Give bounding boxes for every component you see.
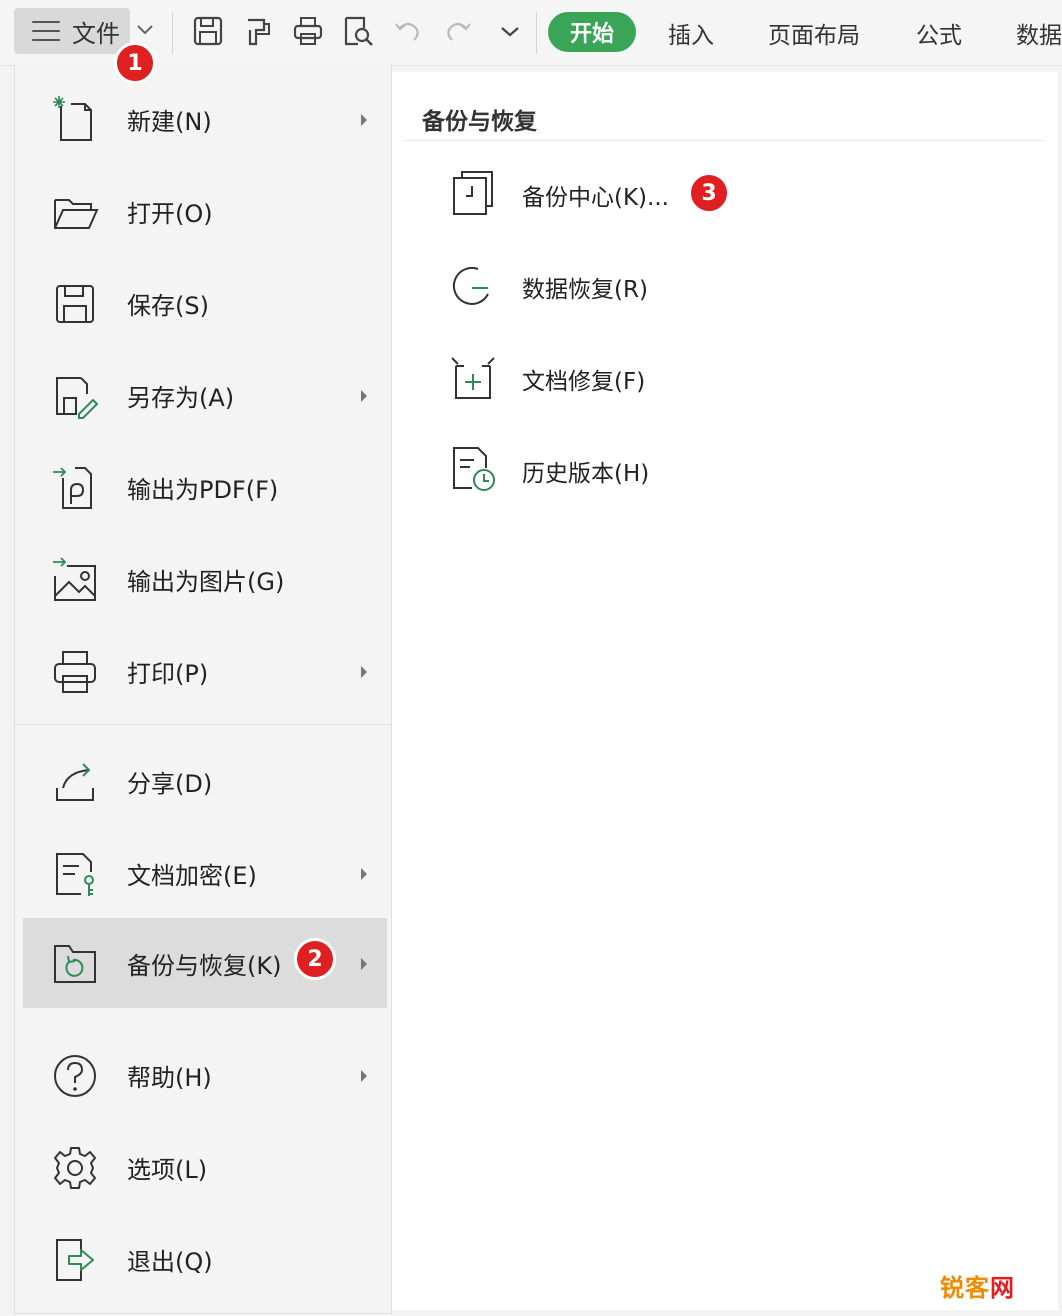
- submenu-arrow-icon: [361, 958, 367, 970]
- menu-item-help[interactable]: 帮助(H): [23, 1030, 387, 1120]
- toolbar-divider: [172, 12, 173, 54]
- menu-item-exit[interactable]: 退出(Q): [23, 1214, 387, 1304]
- submenu-item-data-recovery[interactable]: 数据恢复(R): [432, 250, 1032, 320]
- watermark-part2: 网: [990, 1274, 1015, 1302]
- doc-repair-icon: [451, 357, 495, 399]
- step-badge: 2: [294, 938, 336, 980]
- watermark-part1: 锐客: [940, 1274, 990, 1302]
- file-menu-button[interactable]: 文件: [14, 8, 130, 54]
- menu-item-label: 新建(N): [127, 107, 212, 136]
- watermark-logo: 锐客网: [940, 1268, 1015, 1303]
- menu-item-label: 保存(S): [127, 291, 209, 320]
- encrypt-icon: [56, 853, 94, 896]
- export-image-icon: [53, 557, 96, 601]
- tab-page-layout[interactable]: 页面布局: [768, 16, 860, 50]
- menu-item-encrypt[interactable]: 文档加密(E): [23, 828, 387, 918]
- more-dropdown-icon[interactable]: [494, 14, 526, 48]
- submenu-item-history-version[interactable]: 历史版本(H): [432, 434, 1032, 504]
- submenu-item-label: 文档修复(F): [522, 369, 646, 395]
- file-menu-label: 文件: [72, 19, 120, 48]
- hamburger-icon: [32, 21, 60, 41]
- submenu-item-backup-center[interactable]: 备份中心(K)...: [432, 158, 1032, 228]
- tab-start[interactable]: 开始: [548, 12, 636, 52]
- menu-item-save[interactable]: 保存(S): [23, 258, 387, 348]
- save-icon[interactable]: [192, 14, 224, 48]
- menu-item-label: 帮助(H): [127, 1063, 212, 1092]
- submenu-title: 备份与恢复: [422, 109, 537, 135]
- save-as-icon: [56, 377, 99, 419]
- menu-item-export-pdf[interactable]: 输出为PDF(F): [23, 442, 387, 532]
- menu-item-share[interactable]: 分享(D): [23, 736, 387, 826]
- tab-data[interactable]: 数据: [1016, 16, 1062, 50]
- data-recovery-icon: [452, 266, 489, 305]
- menu-item-label: 分享(D): [127, 769, 213, 798]
- menu-item-label: 文档加密(E): [127, 861, 257, 890]
- submenu-arrow-icon: [361, 1070, 367, 1082]
- backup-restore-submenu: 备份与恢复 备份中心(K)... 数据恢复(R) 文档修复(F) 历史版本(H): [392, 72, 1058, 1310]
- share-icon: [56, 763, 94, 801]
- gear-icon: [54, 1147, 96, 1189]
- submenu-arrow-icon: [361, 114, 367, 126]
- menu-item-label: 另存为(A): [127, 383, 235, 412]
- step-badge: 3: [688, 172, 730, 214]
- tab-formula[interactable]: 公式: [916, 16, 962, 50]
- undo-icon[interactable]: [392, 14, 424, 48]
- menu-item-label: 备份与恢复(K): [127, 951, 282, 980]
- menu-item-label: 打印(P): [127, 659, 209, 688]
- submenu-arrow-icon: [361, 868, 367, 880]
- file-menu: 新建(N) 打开(O) 保存(S) 另存为(A) 输出为PDF(F) 输出为图片…: [14, 64, 392, 1314]
- menu-item-label: 输出为图片(G): [127, 567, 285, 596]
- toolbar-divider: [536, 12, 537, 54]
- submenu-item-label: 历史版本(H): [522, 461, 650, 487]
- step-badge: 1: [114, 42, 156, 84]
- export-pdf-icon: [53, 467, 92, 509]
- submenu-item-doc-repair[interactable]: 文档修复(F): [432, 342, 1032, 412]
- menu-item-label: 打开(O): [127, 199, 213, 228]
- folder-open-icon: [54, 199, 99, 229]
- backup-folder-icon: [54, 945, 96, 983]
- menu-item-label: 退出(Q): [127, 1247, 213, 1276]
- print-preview-icon[interactable]: [342, 14, 374, 48]
- menu-item-label: 输出为PDF(F): [127, 475, 279, 504]
- redo-icon[interactable]: [442, 14, 474, 48]
- print-icon[interactable]: [292, 14, 324, 48]
- chevron-down-icon[interactable]: [134, 18, 156, 40]
- menu-item-save-as[interactable]: 另存为(A): [23, 350, 387, 440]
- submenu-item-label: 备份中心(K)...: [522, 185, 669, 211]
- menu-item-print[interactable]: 打印(P): [23, 626, 387, 716]
- print-icon: [54, 651, 96, 693]
- tab-insert[interactable]: 插入: [668, 16, 714, 50]
- new-file-icon: [53, 96, 92, 141]
- menu-divider: [15, 724, 391, 725]
- help-icon: [54, 1055, 96, 1097]
- exit-icon: [56, 1239, 94, 1281]
- save-icon: [56, 285, 94, 323]
- format-painter-icon[interactable]: [242, 14, 274, 48]
- submenu-item-label: 数据恢复(R): [522, 277, 648, 303]
- menu-item-new[interactable]: 新建(N): [23, 74, 387, 164]
- menu-item-open[interactable]: 打开(O): [23, 166, 387, 256]
- menu-item-export-image[interactable]: 输出为图片(G): [23, 534, 387, 624]
- history-version-icon: [453, 447, 495, 491]
- menu-item-label: 选项(L): [127, 1155, 208, 1184]
- submenu-arrow-icon: [361, 666, 367, 678]
- top-toolbar: 文件 开始 插入 页面布局 公式 数据: [0, 0, 1062, 66]
- tab-start-label: 开始: [569, 22, 614, 47]
- backup-center-icon: [453, 171, 493, 215]
- submenu-divider: [404, 140, 1044, 141]
- menu-item-options[interactable]: 选项(L): [23, 1122, 387, 1212]
- submenu-arrow-icon: [361, 390, 367, 402]
